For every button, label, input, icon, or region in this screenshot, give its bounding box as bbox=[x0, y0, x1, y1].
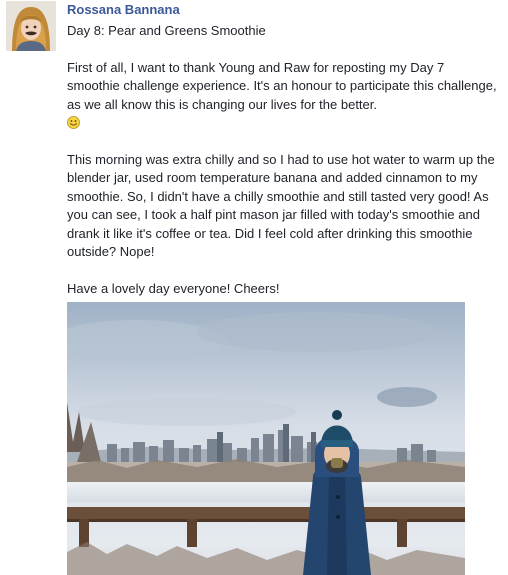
post-body: Day 8: Pear and Greens Smoothie First of… bbox=[67, 22, 499, 298]
avatar-image bbox=[6, 1, 56, 51]
author-name-link[interactable]: Rossana Bannana bbox=[67, 2, 180, 17]
post-paragraph-3: Have a lovely day everyone! Cheers! bbox=[67, 280, 280, 296]
post-paragraph-1-text: First of all, I want to thank Young and … bbox=[67, 59, 497, 112]
smile-emoji-icon bbox=[67, 116, 80, 129]
post-title: Day 8: Pear and Greens Smoothie bbox=[67, 23, 266, 38]
post-paragraph-2: This morning was extra chilly and so I h… bbox=[67, 151, 495, 260]
post-photo[interactable] bbox=[67, 302, 465, 575]
author-avatar[interactable] bbox=[6, 1, 56, 51]
post-paragraph-1: First of all, I want to thank Young and … bbox=[67, 59, 499, 133]
winter-city-photo bbox=[67, 302, 465, 575]
